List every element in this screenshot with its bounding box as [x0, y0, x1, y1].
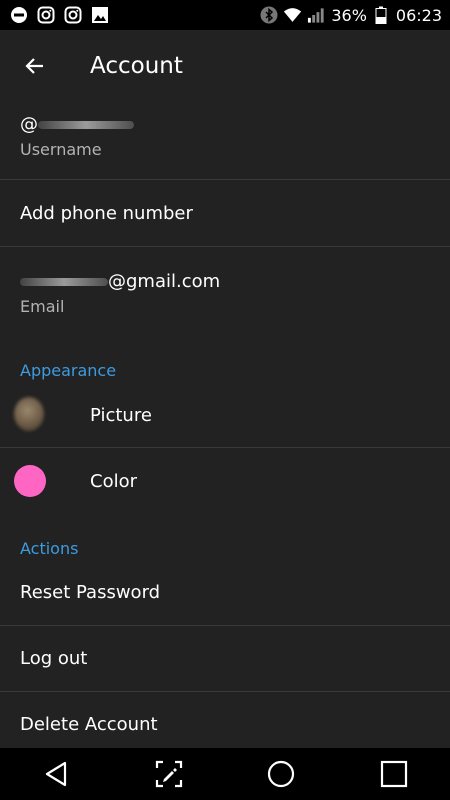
logout-row[interactable]: Log out: [0, 626, 450, 691]
recents-square-icon: [380, 760, 407, 788]
username-value: @: [20, 114, 134, 135]
add-phone-row[interactable]: Add phone number: [0, 180, 450, 246]
screen-edit-icon: [155, 760, 182, 788]
color-label: Color: [90, 471, 137, 492]
email-label: Email: [20, 297, 65, 316]
clock: 06:23: [395, 5, 442, 25]
username-label: Username: [20, 140, 102, 159]
gallery-icon: [90, 6, 109, 25]
navigation-bar: [0, 748, 450, 800]
appearance-header: Appearance: [20, 361, 117, 380]
page-title: Account: [90, 53, 183, 79]
instagram-icon: [36, 6, 55, 25]
nav-home-button[interactable]: [256, 749, 306, 799]
actions-header: Actions: [20, 539, 79, 558]
avatar: [14, 397, 44, 431]
instagram-icon: [63, 6, 82, 25]
nav-recents-button[interactable]: [369, 749, 419, 799]
home-circle-icon: [268, 760, 295, 788]
color-row[interactable]: Color: [0, 448, 450, 514]
battery-icon: [372, 6, 391, 25]
bluetooth-icon: [259, 6, 278, 25]
back-button[interactable]: [0, 30, 70, 102]
redacted-email: [20, 278, 108, 286]
logout-label: Log out: [20, 648, 88, 669]
email-row[interactable]: @gmail.com Email: [0, 247, 450, 327]
redacted-username: [38, 121, 134, 129]
username-prefix: @: [20, 114, 38, 135]
battery-percent: 36%: [331, 5, 367, 25]
picture-row[interactable]: Picture: [0, 383, 450, 447]
nav-back-button[interactable]: [31, 749, 81, 799]
do-not-disturb-icon: [9, 6, 28, 25]
add-phone-label: Add phone number: [20, 203, 193, 224]
username-row[interactable]: @ Username: [0, 102, 450, 179]
back-arrow-icon: [25, 58, 43, 74]
signal-icon: [307, 6, 326, 25]
color-swatch: [14, 465, 46, 497]
back-triangle-icon: [46, 761, 67, 787]
delete-account-row[interactable]: Delete Account: [0, 692, 450, 748]
toolbar: Account: [0, 30, 450, 102]
nav-screen-edit-button[interactable]: [144, 749, 194, 799]
reset-password-row[interactable]: Reset Password: [0, 560, 450, 625]
delete-account-label: Delete Account: [20, 714, 158, 735]
email-suffix: @gmail.com: [108, 271, 221, 292]
reset-password-label: Reset Password: [20, 582, 161, 603]
picture-label: Picture: [90, 405, 152, 426]
email-value: @gmail.com: [20, 271, 220, 292]
wifi-icon: [283, 6, 302, 25]
status-bar: 36% 06:23: [0, 0, 450, 30]
